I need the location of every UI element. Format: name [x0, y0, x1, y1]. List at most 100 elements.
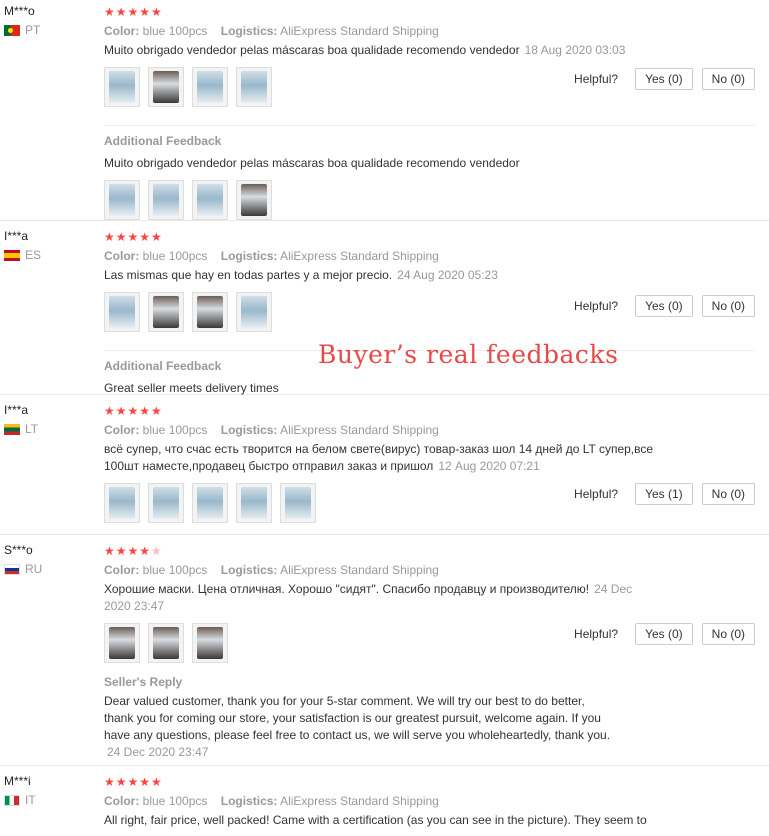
- review-body: ★★★★★ Color: blue 100pcs Logistics: AliE…: [104, 774, 755, 829]
- review-item: S***o RU ★★★★★ Color: blue 100pcs Logist…: [0, 535, 769, 766]
- reviewer-name: S***o: [4, 543, 33, 557]
- review-photo[interactable]: [236, 292, 272, 332]
- helpful-vote: Helpful? Yes (0) No (0): [574, 623, 755, 645]
- color-value: blue 100pcs: [142, 794, 208, 808]
- russia-flag-icon: [4, 563, 20, 575]
- review-photo[interactable]: [148, 67, 184, 107]
- review-photo[interactable]: [148, 292, 184, 332]
- color-label: Color:: [104, 249, 140, 263]
- reviewer-country: ES: [4, 248, 94, 262]
- review-item: M***i IT ★★★★★ Color: blue 100pcs Logist…: [0, 766, 769, 836]
- helpful-no-button[interactable]: No (0): [701, 623, 755, 645]
- review-text-line: 100шт наместе,продавец быстро отправил з…: [104, 459, 434, 473]
- logistics-label: Logistics:: [220, 423, 278, 437]
- review-text-line: всё супер, что счас есть творится на бел…: [104, 442, 654, 456]
- helpful-no-button[interactable]: No (0): [701, 68, 755, 90]
- country-code: ES: [25, 248, 42, 262]
- country-code: PT: [25, 23, 41, 37]
- helpful-yes-button[interactable]: Yes (0): [635, 623, 693, 645]
- review-photo[interactable]: [192, 67, 228, 107]
- review-date: 18 Aug 2020 03:03: [524, 43, 626, 57]
- logistics-value: AliExpress Standard Shipping: [280, 794, 439, 808]
- review-body: ★★★★★ Color: blue 100pcs Logistics: AliE…: [104, 4, 755, 220]
- seller-reply-line: have any questions, please feel free to …: [104, 728, 611, 742]
- review-photo[interactable]: [104, 483, 140, 523]
- star-rating: ★★★★★: [104, 775, 163, 789]
- review-date: 12 Aug 2020 07:21: [438, 459, 540, 473]
- review-photo[interactable]: [192, 483, 228, 523]
- review-text: всё супер, что счас есть творится на бел…: [104, 441, 755, 475]
- review-photo[interactable]: [280, 483, 316, 523]
- additional-feedback-text: Muito obrigado vendedor pelas máscaras b…: [104, 156, 520, 170]
- reviewer-info: I***a ES: [4, 229, 94, 262]
- review-attributes: Color: blue 100pcs Logistics: AliExpress…: [104, 562, 755, 578]
- star-rating: ★★★★★: [104, 404, 163, 418]
- helpful-vote: Helpful? Yes (0) No (0): [574, 68, 755, 90]
- country-code: IT: [25, 793, 36, 807]
- helpful-yes-button[interactable]: Yes (0): [635, 295, 693, 317]
- reviewer-name: I***a: [4, 229, 29, 243]
- review-photo[interactable]: [148, 623, 184, 663]
- review-photo[interactable]: [236, 67, 272, 107]
- color-label: Color:: [104, 794, 140, 808]
- review-date: 24 Dec: [594, 582, 633, 596]
- seller-reply-line: thank you for coming our store, your sat…: [104, 711, 601, 725]
- helpful-vote: Helpful? Yes (0) No (0): [574, 295, 755, 317]
- color-value: blue 100pcs: [142, 423, 208, 437]
- seller-reply-line: Dear valued customer, thank you for your…: [104, 694, 585, 708]
- reviewer-info: M***o PT: [4, 4, 94, 37]
- additional-feedback-title: Additional Feedback: [104, 125, 755, 148]
- review-photo[interactable]: [104, 292, 140, 332]
- color-label: Color:: [104, 24, 140, 38]
- helpful-no-button[interactable]: No (0): [701, 295, 755, 317]
- reviewer-name: M***o: [4, 4, 35, 18]
- color-value: blue 100pcs: [142, 24, 208, 38]
- star-rating: ★★★★★: [104, 5, 163, 19]
- review-text-content: Хорошие маски. Цена отличная. Хорошо "си…: [104, 582, 590, 596]
- review-attributes: Color: blue 100pcs Logistics: AliExpress…: [104, 793, 755, 809]
- lithuania-flag-icon: [4, 423, 20, 435]
- review-attributes: Color: blue 100pcs Logistics: AliExpress…: [104, 23, 755, 39]
- reviewer-info: S***o RU: [4, 543, 94, 576]
- helpful-label: Helpful?: [574, 299, 619, 313]
- review-photo[interactable]: [148, 483, 184, 523]
- review-photo[interactable]: [236, 180, 272, 220]
- review-attributes: Color: blue 100pcs Logistics: AliExpress…: [104, 248, 755, 264]
- review-date-cont: 2020 23:47: [104, 599, 165, 613]
- reviewer-country: RU: [4, 562, 94, 576]
- additional-photos: [104, 180, 755, 220]
- half-star-icon: ★: [151, 544, 163, 558]
- helpful-no-button[interactable]: No (0): [701, 483, 755, 505]
- reviewer-name: I***a: [4, 403, 29, 417]
- review-text: Хорошие маски. Цена отличная. Хорошо "си…: [104, 581, 755, 615]
- helpful-yes-button[interactable]: Yes (1): [635, 483, 693, 505]
- logistics-value: AliExpress Standard Shipping: [280, 423, 439, 437]
- review-photo[interactable]: [104, 623, 140, 663]
- review-body: ★★★★★ Color: blue 100pcs Logistics: AliE…: [104, 543, 755, 761]
- review-photo[interactable]: [236, 483, 272, 523]
- helpful-label: Helpful?: [574, 72, 619, 86]
- review-photo[interactable]: [192, 180, 228, 220]
- star-icons: ★★★★: [104, 544, 152, 558]
- review-body: ★★★★★ Color: blue 100pcs Logistics: AliE…: [104, 403, 755, 523]
- logistics-label: Logistics:: [220, 794, 278, 808]
- review-text-content: Muito obrigado vendedor pelas máscaras b…: [104, 43, 520, 57]
- seller-reply-text: Dear valued customer, thank you for your…: [104, 693, 755, 761]
- reviewer-country: PT: [4, 23, 94, 37]
- review-photo[interactable]: [148, 180, 184, 220]
- review-item: I***a LT ★★★★★ Color: blue 100pcs Logist…: [0, 395, 769, 535]
- spain-flag-icon: [4, 249, 20, 261]
- reviewer-country: IT: [4, 793, 94, 807]
- portugal-flag-icon: [4, 24, 20, 36]
- helpful-yes-button[interactable]: Yes (0): [635, 68, 693, 90]
- review-photo[interactable]: [104, 67, 140, 107]
- color-value: blue 100pcs: [142, 563, 208, 577]
- color-value: blue 100pcs: [142, 249, 208, 263]
- review-photo[interactable]: [192, 292, 228, 332]
- review-photo[interactable]: [192, 623, 228, 663]
- review-text: All right, fair price, well packed! Came…: [104, 813, 647, 827]
- logistics-label: Logistics:: [220, 249, 278, 263]
- review-attributes: Color: blue 100pcs Logistics: AliExpress…: [104, 422, 755, 438]
- reviewer-info: M***i IT: [4, 774, 94, 807]
- review-photo[interactable]: [104, 180, 140, 220]
